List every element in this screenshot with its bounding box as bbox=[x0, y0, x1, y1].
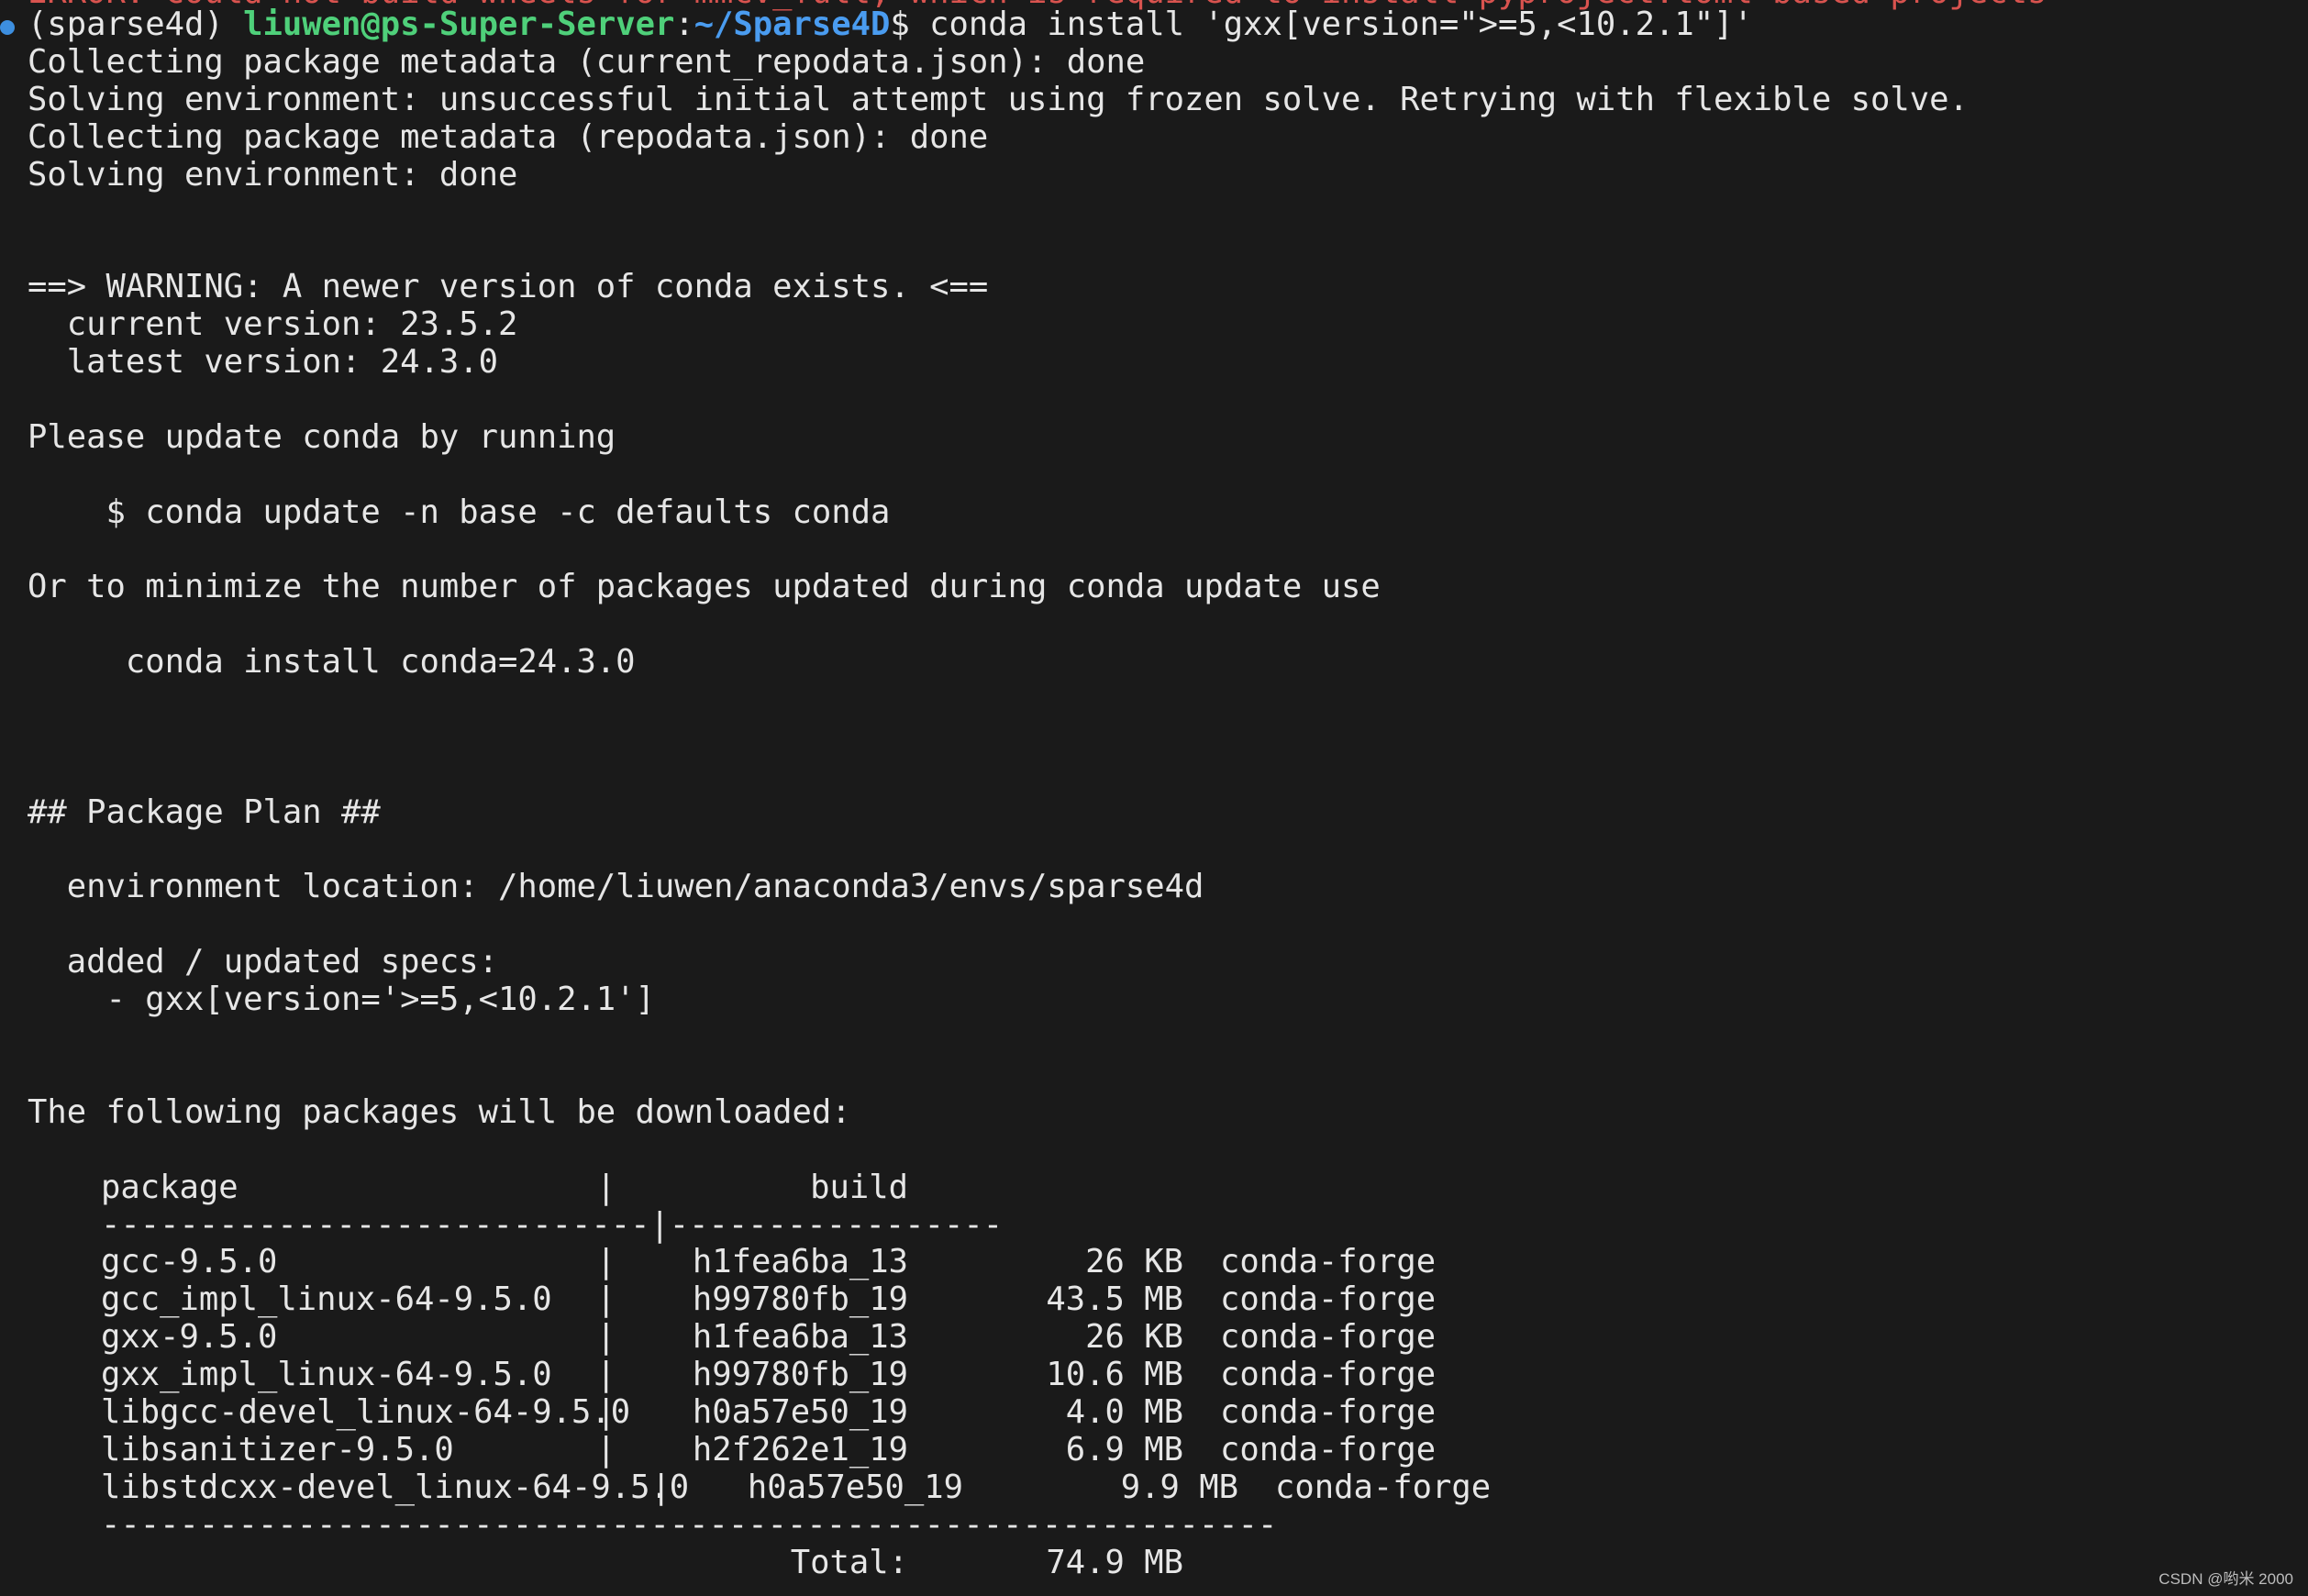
minimize-instruction: Or to minimize the number of packages up… bbox=[28, 568, 1381, 606]
update-instruction: Please update conda by running bbox=[28, 417, 616, 456]
cell-channel: conda-forge bbox=[1220, 1430, 1437, 1469]
cell-channel: conda-forge bbox=[1220, 1318, 1437, 1357]
prompt-command: conda install 'gxx[version=">=5,<10.2.1"… bbox=[929, 6, 1753, 43]
cell-package: gxx_impl_linux-64-9.5.0 bbox=[101, 1356, 552, 1394]
table-bottom-rule: ----------------------------------------… bbox=[28, 1505, 2308, 1545]
cell-package: libgcc-devel_linux-64-9.5.0 bbox=[101, 1392, 631, 1431]
cell-size: 26 KB bbox=[1085, 1243, 1183, 1281]
install-conda-command: conda install conda=24.3.0 bbox=[28, 643, 636, 682]
cell-package: libsanitizer-9.5.0 bbox=[101, 1430, 454, 1469]
column-header-build: build bbox=[810, 1168, 908, 1206]
table-header: package | build bbox=[101, 1168, 908, 1206]
prompt-user-host: liuwen@ps-Super-Server bbox=[243, 6, 675, 43]
prompt-env: (sparse4d) bbox=[28, 6, 244, 43]
warning-header: ==> WARNING: A newer version of conda ex… bbox=[28, 268, 989, 306]
cell-size: 26 KB bbox=[1085, 1318, 1183, 1357]
table-row: libstdcxx-devel_linux-64-9.5.0 | h0a57e50_… bbox=[101, 1468, 1492, 1506]
prompt-path: ~/Sparse4D bbox=[694, 6, 891, 43]
cell-build: h0a57e50_19 bbox=[747, 1468, 963, 1506]
command-status-dot-icon[interactable] bbox=[0, 20, 15, 35]
separator-line: ----------------------------|-----------… bbox=[101, 1205, 1004, 1244]
cell-package: gxx-9.5.0 bbox=[101, 1318, 278, 1357]
table-row: gcc-9.5.0 | h1fea6ba_13 26 KB conda-forge bbox=[101, 1243, 1437, 1281]
cell-size: 4.0 MB bbox=[1065, 1392, 1183, 1431]
bottom-rule-line: ----------------------------------------… bbox=[101, 1505, 1278, 1544]
cell-size: 9.9 MB bbox=[1120, 1468, 1238, 1506]
table-separator: ----------------------------|-----------… bbox=[28, 1205, 2308, 1245]
cell-package: gcc-9.5.0 bbox=[101, 1243, 278, 1281]
output-line: Solving environment: done bbox=[28, 155, 518, 194]
table-row: libgcc-devel_linux-64-9.5.0 | h0a57e50_19 4… bbox=[101, 1392, 1437, 1431]
package-plan-header: ## Package Plan ## bbox=[28, 792, 381, 831]
output-line: Solving environment: unsuccessful initia… bbox=[28, 80, 1969, 118]
prompt-line: (sparse4d) liuwen@ps-Super-Server:~/Spar… bbox=[28, 6, 2308, 44]
watermark: CSDN @哟米 2000 bbox=[2158, 1570, 2293, 1588]
total-value: 74.9 MB bbox=[1046, 1543, 1183, 1581]
downloaded-label: The following packages will be downloade… bbox=[28, 1092, 851, 1131]
table-row: gxx-9.5.0 | h1fea6ba_13 26 KB conda-forge bbox=[101, 1318, 1437, 1357]
terminal-output[interactable]: (sparse4d) liuwen@ps-Super-Server:~/Spar… bbox=[28, 6, 2308, 1596]
cell-build: h2f262e1_19 bbox=[692, 1430, 908, 1469]
prompt-dollar: $ bbox=[890, 6, 930, 43]
cell-build: h1fea6ba_13 bbox=[692, 1318, 908, 1357]
cell-build: h99780fb_19 bbox=[692, 1356, 908, 1394]
cell-channel: conda-forge bbox=[1220, 1243, 1437, 1281]
cell-package: libstdcxx-devel_linux-64-9.5.0 bbox=[101, 1468, 690, 1506]
output-line: Collecting package metadata (repodata.js… bbox=[28, 117, 989, 156]
table-row: gcc_impl_linux-64-9.5.0 | h99780fb_19 43.5 … bbox=[101, 1280, 1437, 1319]
cell-channel: conda-forge bbox=[1220, 1392, 1437, 1431]
update-command: $ conda update -n base -c defaults conda bbox=[28, 493, 891, 531]
spec-item: - gxx[version='>=5,<10.2.1'] bbox=[28, 981, 655, 1019]
output-line: Collecting package metadata (current_rep… bbox=[28, 42, 1146, 81]
cell-channel: conda-forge bbox=[1275, 1468, 1492, 1506]
column-header-package: package bbox=[101, 1168, 239, 1206]
table-total: Total: 74.9 MB bbox=[28, 1543, 2308, 1582]
cell-channel: conda-forge bbox=[1220, 1280, 1437, 1319]
cell-size: 10.6 MB bbox=[1046, 1356, 1183, 1394]
cell-size: 43.5 MB bbox=[1046, 1280, 1183, 1319]
environment-location: environment location: /home/liuwen/anaco… bbox=[28, 868, 1204, 906]
cell-build: h0a57e50_19 bbox=[692, 1392, 908, 1431]
table-row: libsanitizer-9.5.0 | h2f262e1_19 6.9 MB cond… bbox=[101, 1430, 1437, 1469]
cell-channel: conda-forge bbox=[1220, 1356, 1437, 1394]
prompt-colon: : bbox=[674, 6, 694, 43]
cell-size: 6.9 MB bbox=[1065, 1430, 1183, 1469]
cell-build: h99780fb_19 bbox=[692, 1280, 908, 1319]
current-version: current version: 23.5.2 bbox=[28, 305, 518, 344]
latest-version: latest version: 24.3.0 bbox=[28, 343, 498, 382]
total-label: Total: bbox=[790, 1543, 908, 1581]
cell-build: h1fea6ba_13 bbox=[692, 1243, 908, 1281]
cell-package: gcc_impl_linux-64-9.5.0 bbox=[101, 1280, 552, 1319]
specs-label: added / updated specs: bbox=[28, 943, 498, 981]
table-row: gxx_impl_linux-64-9.5.0 | h99780fb_19 10.6 … bbox=[101, 1356, 1437, 1394]
